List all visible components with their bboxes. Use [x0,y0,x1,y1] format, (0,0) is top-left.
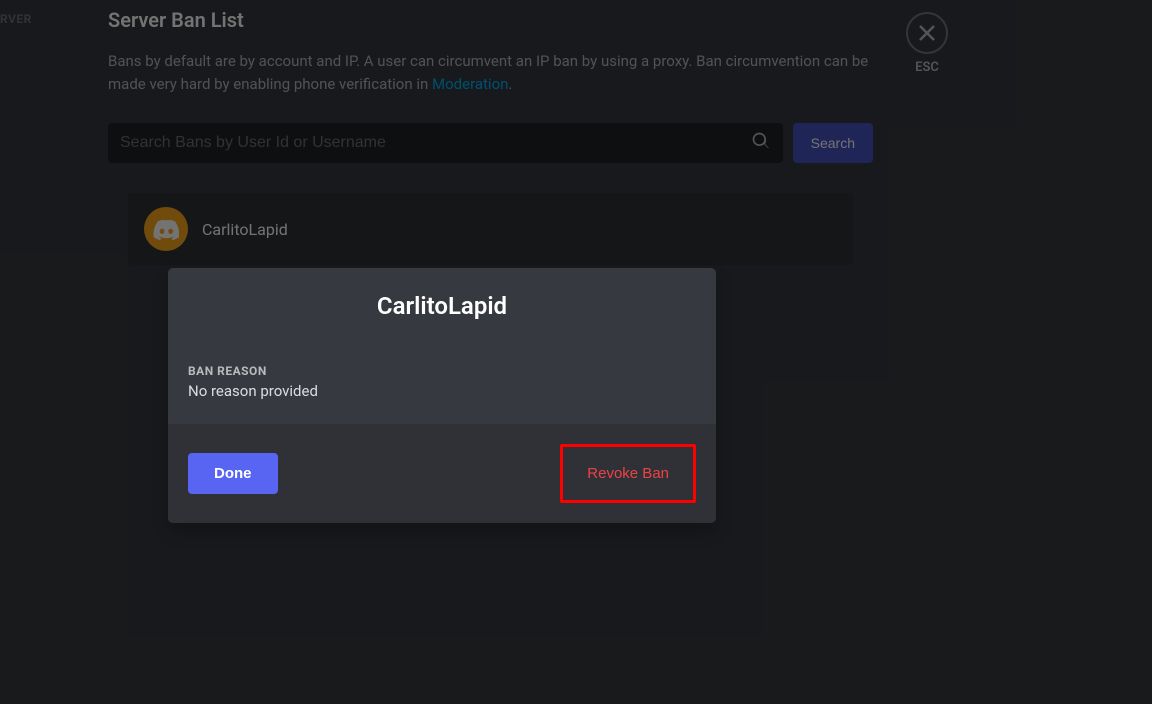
ban-reason-label: BAN REASON [188,364,696,378]
modal-footer: Done Revoke Ban [168,424,716,523]
revoke-highlight: Revoke Ban [560,444,696,503]
modal-body: CarlitoLapid BAN REASON No reason provid… [168,268,716,424]
revoke-ban-button[interactable]: Revoke Ban [569,457,687,490]
modal-username: CarlitoLapid [188,292,696,320]
ban-detail-modal: CarlitoLapid BAN REASON No reason provid… [168,268,716,523]
done-button[interactable]: Done [188,453,278,494]
ban-reason-value: No reason provided [188,382,696,400]
